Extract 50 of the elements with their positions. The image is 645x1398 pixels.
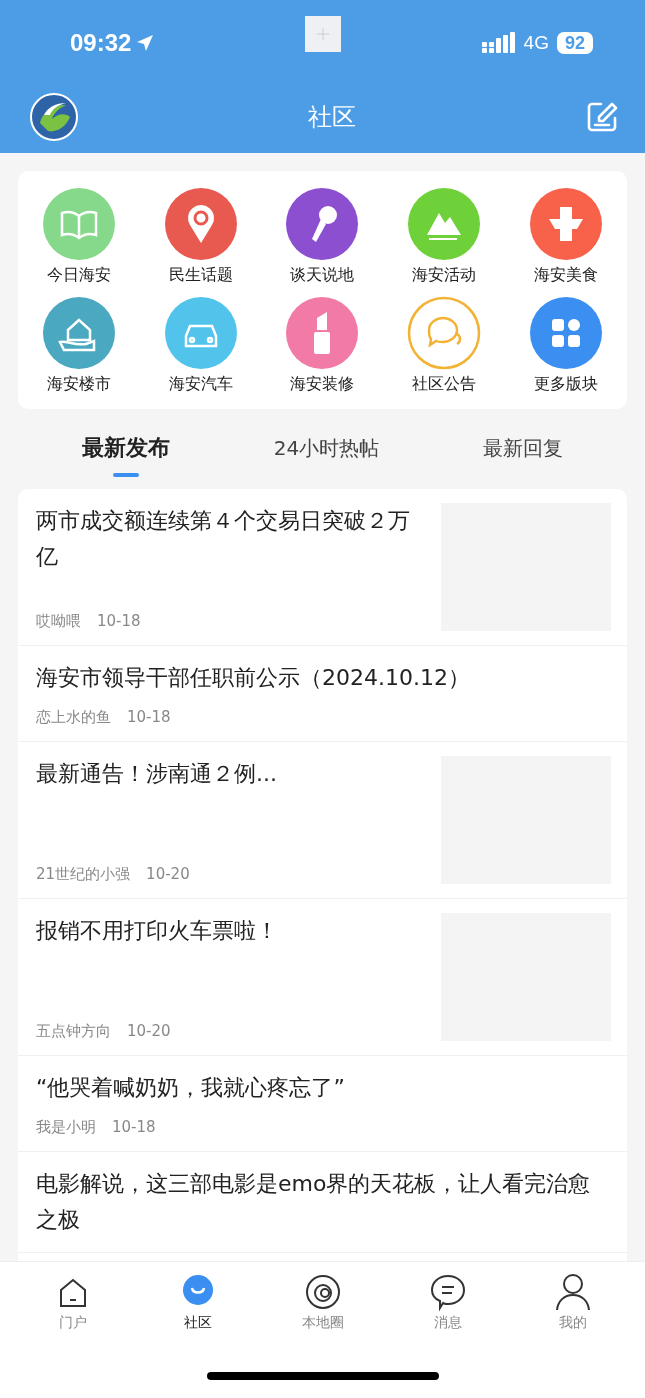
post-date: 10-18: [97, 612, 141, 631]
post-author: 我是小明: [36, 1118, 96, 1137]
mountain-icon[interactable]: [407, 187, 482, 261]
feed-tab[interactable]: 最新发布: [81, 423, 170, 479]
section-label[interactable]: 海安装修: [290, 374, 355, 395]
post-author: 哎呦喂: [36, 612, 81, 631]
nav-tab[interactable]: 门户: [32, 1272, 113, 1336]
mic-icon[interactable]: [285, 187, 360, 261]
app-logo: [30, 92, 78, 141]
post-date: 10-20: [146, 865, 190, 884]
post-date: 10-18: [127, 708, 171, 727]
nav-tab[interactable]: 消息: [407, 1272, 488, 1336]
nav-tab[interactable]: 我的: [532, 1272, 613, 1336]
post-title[interactable]: “他哭着喊奶奶，我就心疼忘了”: [36, 1070, 611, 1106]
nav-tab[interactable]: 社区: [157, 1272, 238, 1336]
location-arrow-icon: [135, 33, 156, 53]
post-title[interactable]: 两市成交额连续第４个交易日突破２万亿: [36, 503, 427, 575]
section-label[interactable]: 海安活动: [412, 265, 477, 286]
feed-tab[interactable]: 24小时热帖: [273, 423, 380, 479]
post-title[interactable]: 最新通告！涉南通２例...: [36, 756, 427, 792]
grid-icon[interactable]: [529, 296, 604, 370]
section-label[interactable]: 今日海安: [46, 265, 111, 286]
post-author: 21世纪的小强: [36, 865, 131, 884]
section-label[interactable]: 海安美食: [534, 265, 599, 286]
battery-indicator: 92: [556, 32, 593, 54]
post-title[interactable]: 海安市领导干部任职前公示（2024.10.12）: [36, 660, 611, 696]
post-date: 10-18: [112, 1118, 156, 1137]
post-author: 恋上水的鱼: [36, 708, 111, 727]
post-author: 五点钟方向: [36, 1022, 111, 1041]
post-title[interactable]: 电影解说，这三部电影是emo界的天花板，让人看完治愈之极: [36, 1166, 611, 1238]
signal-icon: [481, 32, 516, 54]
car-icon[interactable]: [163, 296, 238, 370]
chat-icon[interactable]: [407, 296, 482, 370]
plus-icon: [305, 16, 341, 52]
page-title: 社区: [307, 101, 356, 133]
section-label[interactable]: 谈天说地: [290, 265, 355, 286]
network-label: 4G: [523, 32, 549, 54]
pin-icon[interactable]: [163, 187, 238, 261]
book-icon[interactable]: [41, 187, 116, 261]
section-label[interactable]: 社区公告: [412, 374, 477, 395]
lipstick-icon[interactable]: [285, 296, 360, 370]
section-label[interactable]: 民生话题: [168, 265, 233, 286]
status-time: 09:32: [70, 29, 132, 57]
post-title[interactable]: 报销不用打印火车票啦！: [36, 913, 427, 949]
nav-tab[interactable]: 本地圈: [282, 1272, 363, 1336]
feed-tab[interactable]: 最新回复: [483, 423, 564, 479]
section-label[interactable]: 海安汽车: [168, 374, 233, 395]
section-label[interactable]: 更多版块: [534, 374, 599, 395]
section-label[interactable]: 海安楼市: [46, 374, 111, 395]
post-date: 10-20: [127, 1022, 171, 1041]
